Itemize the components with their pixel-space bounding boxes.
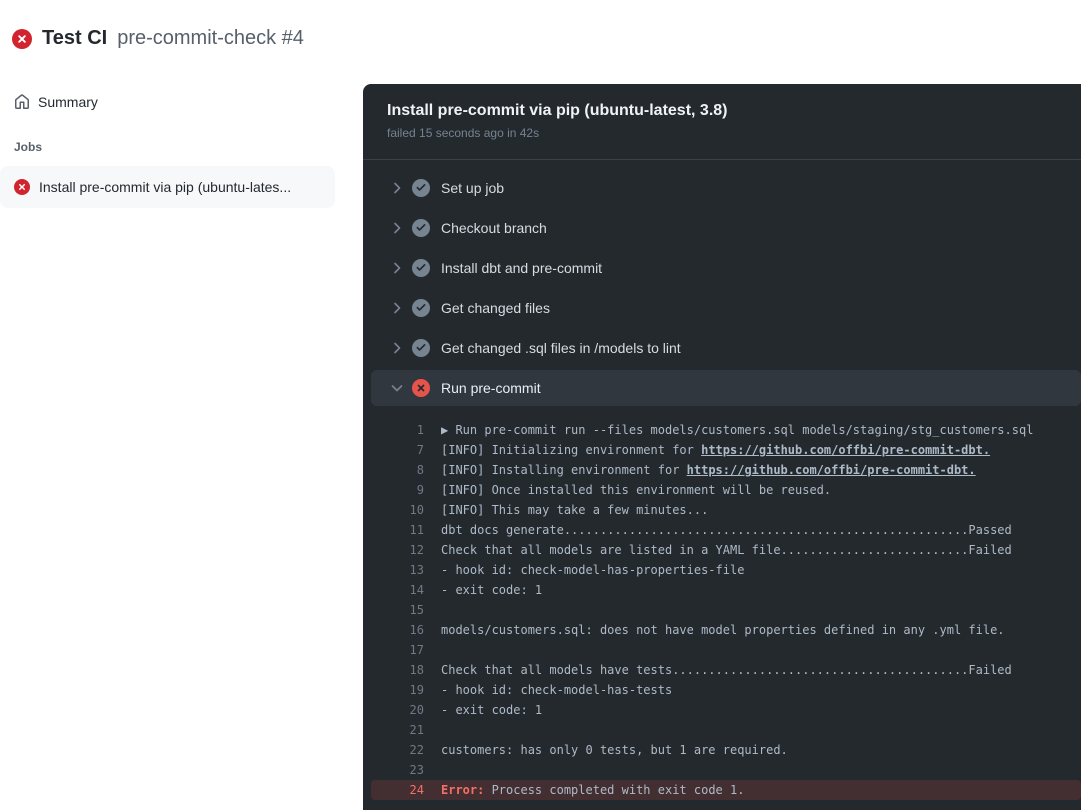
log-line: 21	[363, 720, 1081, 740]
log-line-number[interactable]: 17	[363, 640, 424, 660]
log-output: 1 ▶ Run pre-commit run --files models/cu…	[363, 408, 1081, 800]
log-line: 14 - exit code: 1	[363, 580, 1081, 600]
log-line-number[interactable]: 8	[363, 460, 424, 480]
chevron-right-icon[interactable]	[389, 220, 405, 236]
log-line-number[interactable]: 19	[363, 680, 424, 700]
log-text: Check that all models are listed in a YA…	[441, 540, 1012, 560]
log-line: 8 [INFO] Installing environment for http…	[363, 460, 1081, 480]
log-line-number[interactable]: 10	[363, 500, 424, 520]
log-text: Check that all models have tests........…	[441, 660, 1012, 680]
run-header: Test CI pre-commit-check #4	[12, 27, 304, 50]
chevron-right-icon[interactable]	[389, 260, 405, 276]
log-line-number[interactable]: 7	[363, 440, 424, 460]
log-line: 13 - hook id: check-model-has-properties…	[363, 560, 1081, 580]
chevron-down-icon[interactable]	[389, 380, 405, 396]
log-line-number[interactable]: 23	[363, 760, 424, 780]
log-text: ▶ Run pre-commit run --files models/cust…	[441, 420, 1033, 440]
log-line: 11 dbt docs generate....................…	[363, 520, 1081, 540]
step-success-icon	[412, 179, 430, 197]
log-text: - exit code: 1	[441, 580, 542, 600]
step-failure-icon	[412, 379, 430, 397]
job-title: Install pre-commit via pip (ubuntu-lates…	[387, 101, 1057, 121]
step-name: Run pre-commit	[441, 380, 541, 396]
log-line: 7 [INFO] Initializing environment for ht…	[363, 440, 1081, 460]
step-success-icon	[412, 299, 430, 317]
log-text: - hook id: check-model-has-tests	[441, 680, 672, 700]
log-text: - exit code: 1	[441, 700, 542, 720]
log-line: 19 - hook id: check-model-has-tests	[363, 680, 1081, 700]
log-line: 17	[363, 640, 1081, 660]
job-status-summary: failed 15 seconds ago in 42s	[387, 126, 1057, 140]
log-line-number[interactable]: 20	[363, 700, 424, 720]
chevron-right-icon[interactable]	[389, 300, 405, 316]
step-name: Get changed .sql files in /models to lin…	[441, 340, 681, 356]
step-name: Install dbt and pre-commit	[441, 260, 602, 276]
step-success-icon	[412, 259, 430, 277]
home-icon	[14, 94, 30, 110]
step-name: Set up job	[441, 180, 504, 196]
step-row[interactable]: Run pre-commit	[371, 370, 1081, 406]
log-line-number[interactable]: 12	[363, 540, 424, 560]
run-failure-icon	[12, 29, 32, 49]
log-text: dbt docs generate.......................…	[441, 520, 1012, 540]
step-name: Get changed files	[441, 300, 550, 316]
chevron-right-icon[interactable]	[389, 340, 405, 356]
run-name: pre-commit-check #4	[117, 27, 304, 50]
step-success-icon	[412, 219, 430, 237]
log-line-number[interactable]: 21	[363, 720, 424, 740]
log-line-number[interactable]: 15	[363, 600, 424, 620]
step-row[interactable]: Get changed files	[363, 288, 1081, 328]
step-row[interactable]: Set up job	[363, 168, 1081, 208]
log-line: 23	[363, 760, 1081, 780]
log-text: - hook id: check-model-has-properties-fi…	[441, 560, 744, 580]
log-line: 24 Error: Process completed with exit co…	[371, 780, 1081, 800]
job-name: Install pre-commit via pip (ubuntu-lates…	[39, 179, 291, 195]
log-line-number[interactable]: 16	[363, 620, 424, 640]
log-line: 22 customers: has only 0 tests, but 1 ar…	[363, 740, 1081, 760]
log-line-number[interactable]: 13	[363, 560, 424, 580]
step-row[interactable]: Checkout branch	[363, 208, 1081, 248]
log-line-number[interactable]: 24	[371, 780, 424, 800]
chevron-right-icon[interactable]	[389, 180, 405, 196]
step-name: Checkout branch	[441, 220, 547, 236]
job-failure-icon	[14, 179, 30, 195]
log-link[interactable]: https://github.com/offbi/pre-commit-dbt.	[701, 443, 990, 457]
log-line: 18 Check that all models have tests.....…	[363, 660, 1081, 680]
log-line: 16 models/customers.sql: does not have m…	[363, 620, 1081, 640]
steps-list: Set up job Checkout branch Install dbt a…	[363, 160, 1081, 406]
summary-label: Summary	[38, 94, 98, 110]
log-text: models/customers.sql: does not have mode…	[441, 620, 1005, 640]
job-log-panel: Install pre-commit via pip (ubuntu-lates…	[363, 84, 1081, 810]
step-success-icon	[412, 339, 430, 357]
log-line-number[interactable]: 22	[363, 740, 424, 760]
log-text: [INFO] Once installed this environment w…	[441, 480, 831, 500]
log-line: 10 [INFO] This may take a few minutes...	[363, 500, 1081, 520]
sidebar: Summary Jobs Install pre-commit via pip …	[0, 84, 363, 810]
log-link[interactable]: https://github.com/offbi/pre-commit-dbt.	[687, 463, 976, 477]
job-log-header: Install pre-commit via pip (ubuntu-lates…	[363, 84, 1081, 160]
log-line-number[interactable]: 11	[363, 520, 424, 540]
log-line: 20 - exit code: 1	[363, 700, 1081, 720]
jobs-heading: Jobs	[14, 140, 363, 154]
step-row[interactable]: Get changed .sql files in /models to lin…	[363, 328, 1081, 368]
log-line-number[interactable]: 18	[363, 660, 424, 680]
log-text: customers: has only 0 tests, but 1 are r…	[441, 740, 788, 760]
step-row[interactable]: Install dbt and pre-commit	[363, 248, 1081, 288]
sidebar-item-summary[interactable]: Summary	[0, 84, 363, 110]
error-label: Error:	[441, 783, 492, 797]
log-line-number[interactable]: 14	[363, 580, 424, 600]
log-line: 12 Check that all models are listed in a…	[363, 540, 1081, 560]
sidebar-job-item[interactable]: Install pre-commit via pip (ubuntu-lates…	[0, 166, 335, 208]
log-line: 9 [INFO] Once installed this environment…	[363, 480, 1081, 500]
log-text: [INFO] Initializing environment for http…	[441, 440, 990, 460]
log-text: [INFO] This may take a few minutes...	[441, 500, 708, 520]
workflow-name: Test CI	[42, 27, 107, 50]
log-text: [INFO] Installing environment for https:…	[441, 460, 976, 480]
log-line-number[interactable]: 9	[363, 480, 424, 500]
log-text: Error: Process completed with exit code …	[441, 780, 744, 800]
log-line-number[interactable]: 1	[363, 420, 424, 440]
log-line: 1 ▶ Run pre-commit run --files models/cu…	[363, 420, 1081, 440]
log-line: 15	[363, 600, 1081, 620]
